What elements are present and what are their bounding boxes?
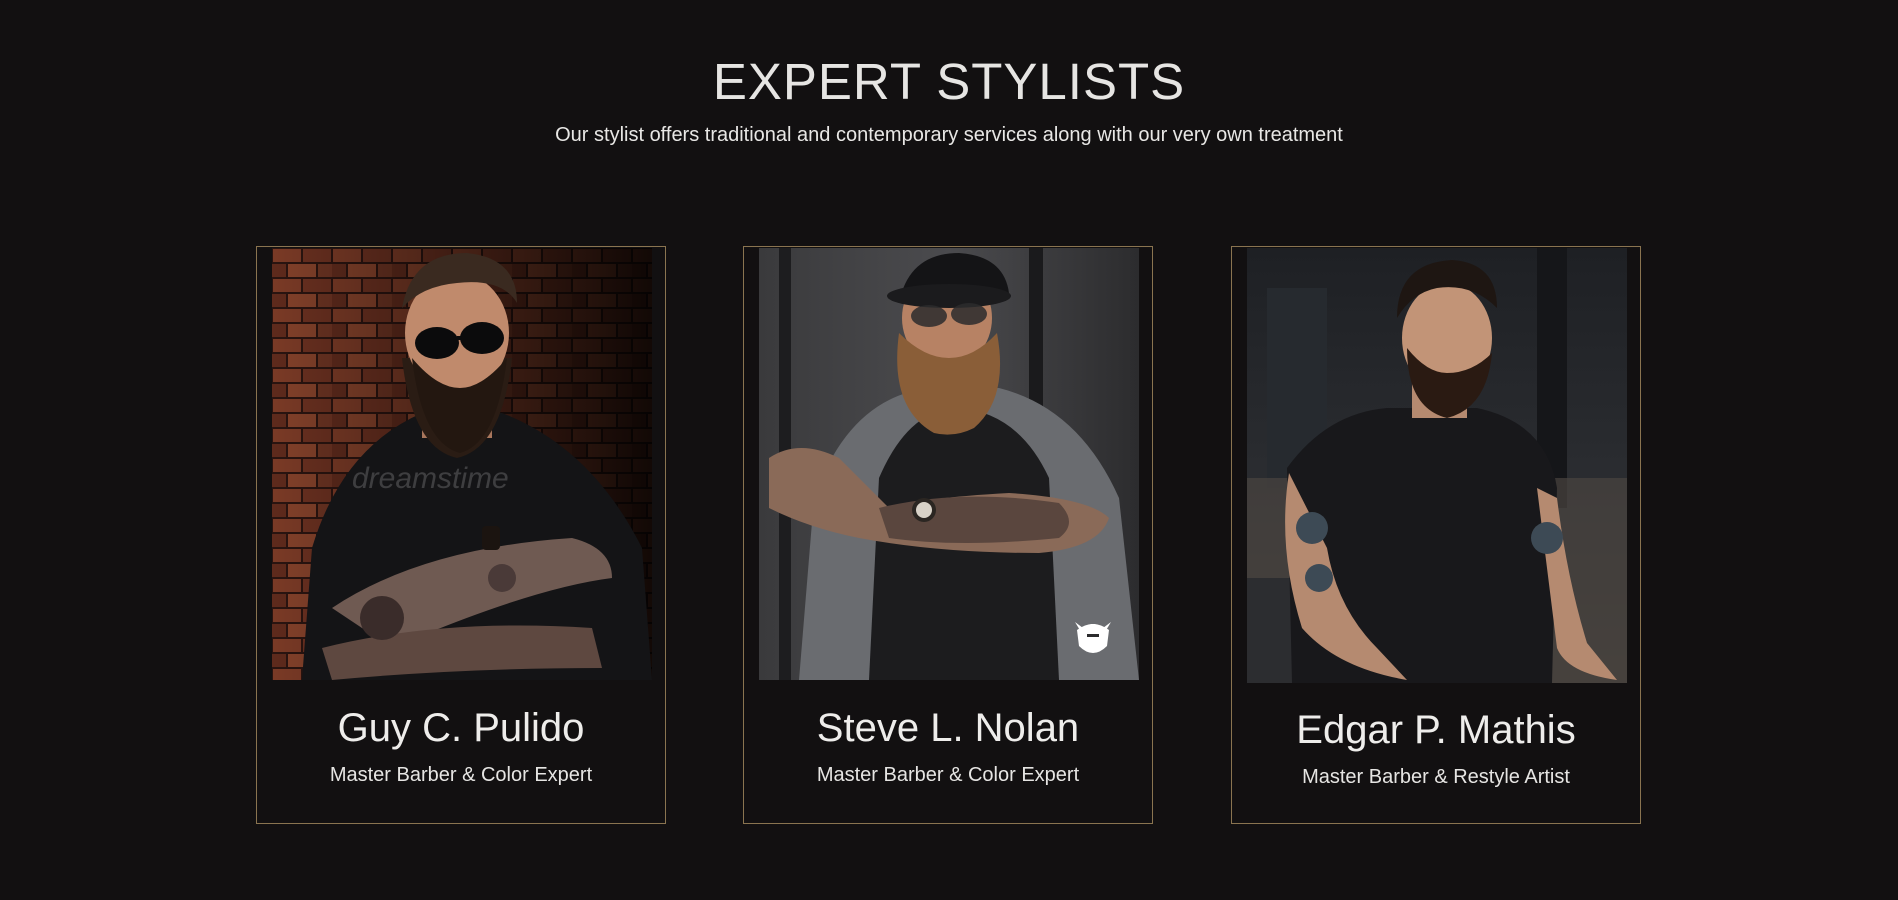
stylist-photo-image: dreamstime	[272, 248, 652, 680]
stylist-name: Steve L. Nolan	[816, 706, 1080, 750]
stylist-card[interactable]: Edgar P. Mathis Master Barber & Restyle …	[1231, 246, 1641, 824]
stylist-photo-image	[1247, 248, 1627, 683]
svg-text:dreamstime: dreamstime	[352, 462, 509, 495]
section-subtitle: Our stylist offers traditional and conte…	[555, 124, 1343, 146]
stylist-photo	[1247, 248, 1627, 683]
stylist-photo-image	[759, 248, 1139, 680]
stylist-photo	[759, 248, 1139, 680]
expert-stylists-section: EXPERT STYLISTS Our stylist offers tradi…	[0, 0, 1898, 900]
stylist-role: Master Barber & Restyle Artist	[1302, 766, 1570, 788]
stylist-name: Guy C. Pulido	[337, 706, 585, 750]
stylist-photo: dreamstime	[272, 248, 652, 680]
stylist-role: Master Barber & Color Expert	[329, 764, 593, 786]
section-title: EXPERT STYLISTS	[712, 53, 1186, 110]
stylist-name: Edgar P. Mathis	[1296, 708, 1576, 752]
stylist-card[interactable]: dreamstime Guy C. Pulido Master Barber &…	[256, 246, 666, 824]
stylist-card[interactable]: Steve L. Nolan Master Barber & Color Exp…	[743, 246, 1153, 824]
stylist-role: Master Barber & Color Expert	[816, 764, 1080, 786]
